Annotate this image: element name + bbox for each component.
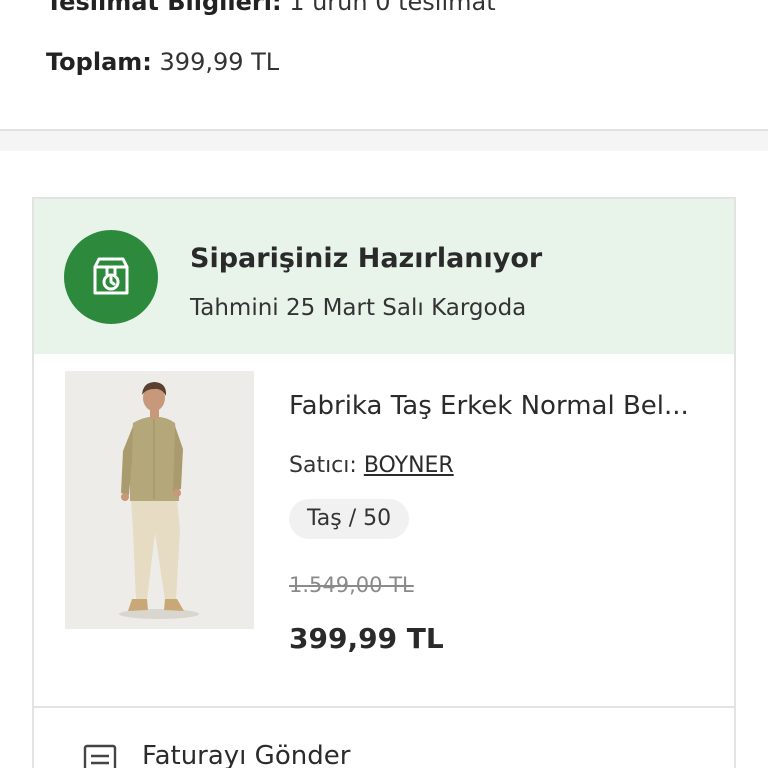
delivery-label: Teslimat Bilgileri: — [46, 0, 282, 16]
seller-link[interactable]: BOYNER — [364, 453, 454, 478]
total-label: Toplam: — [46, 48, 152, 76]
order-summary: Teslimat Bilgileri: 1 ürün 0 teslimat To… — [0, 0, 768, 131]
shipment-card: Siparişiniz Hazırlanıyor Tahmini 25 Mart… — [32, 197, 736, 768]
variant-badge: Taş / 50 — [289, 499, 410, 539]
order-total: Toplam: 399,99 TL — [46, 48, 279, 76]
product-image[interactable] — [65, 371, 254, 629]
product-name[interactable]: Fabrika Taş Erkek Normal Bel... — [289, 391, 709, 421]
section-gap — [0, 131, 768, 151]
product-seller: Satıcı: BOYNER — [289, 453, 454, 478]
send-invoice-label: Faturayı Gönder — [142, 741, 351, 768]
seller-label: Satıcı: — [289, 453, 357, 478]
order-status-banner: Siparişiniz Hazırlanıyor Tahmini 25 Mart… — [34, 199, 734, 354]
status-title: Siparişiniz Hazırlanıyor — [190, 243, 543, 274]
status-estimate: Tahmini 25 Mart Salı Kargoda — [190, 295, 527, 321]
divider — [34, 706, 734, 708]
document-icon — [83, 744, 117, 768]
delivery-value: 1 ürün 0 teslimat — [289, 0, 496, 16]
package-clock-icon — [64, 230, 158, 324]
total-value: 399,99 TL — [159, 48, 280, 76]
original-price: 1.549,00 TL — [289, 573, 414, 597]
product-item[interactable]: Fabrika Taş Erkek Normal Bel... Satıcı: … — [34, 354, 734, 706]
delivery-info: Teslimat Bilgileri: 1 ürün 0 teslimat — [46, 0, 496, 16]
current-price: 399,99 TL — [289, 622, 444, 655]
